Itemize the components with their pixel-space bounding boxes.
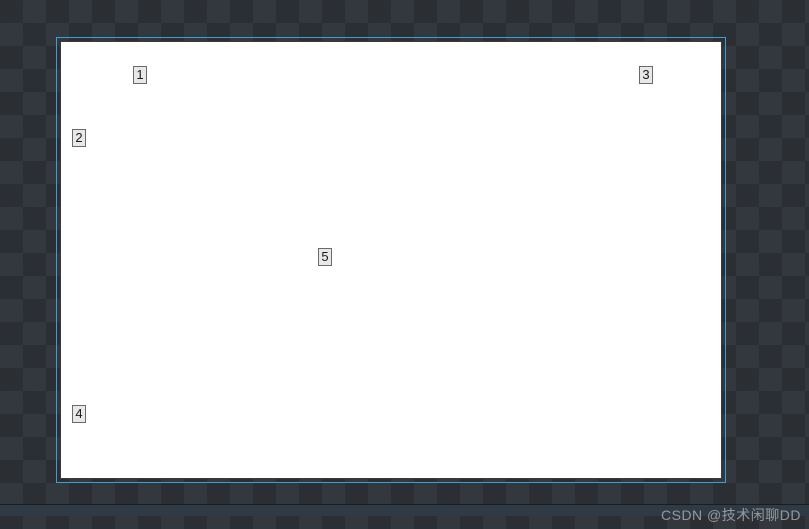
anchor-point-3[interactable]: 3 (639, 66, 653, 84)
canvas-selection-border[interactable]: 1 2 3 4 5 (56, 37, 726, 483)
anchor-point-2[interactable]: 2 (72, 129, 86, 147)
status-bar (0, 504, 809, 516)
anchor-point-4[interactable]: 4 (72, 405, 86, 423)
anchor-point-5[interactable]: 5 (318, 248, 332, 266)
design-canvas[interactable]: 1 2 3 4 5 (60, 41, 722, 479)
anchor-point-1[interactable]: 1 (133, 66, 147, 84)
